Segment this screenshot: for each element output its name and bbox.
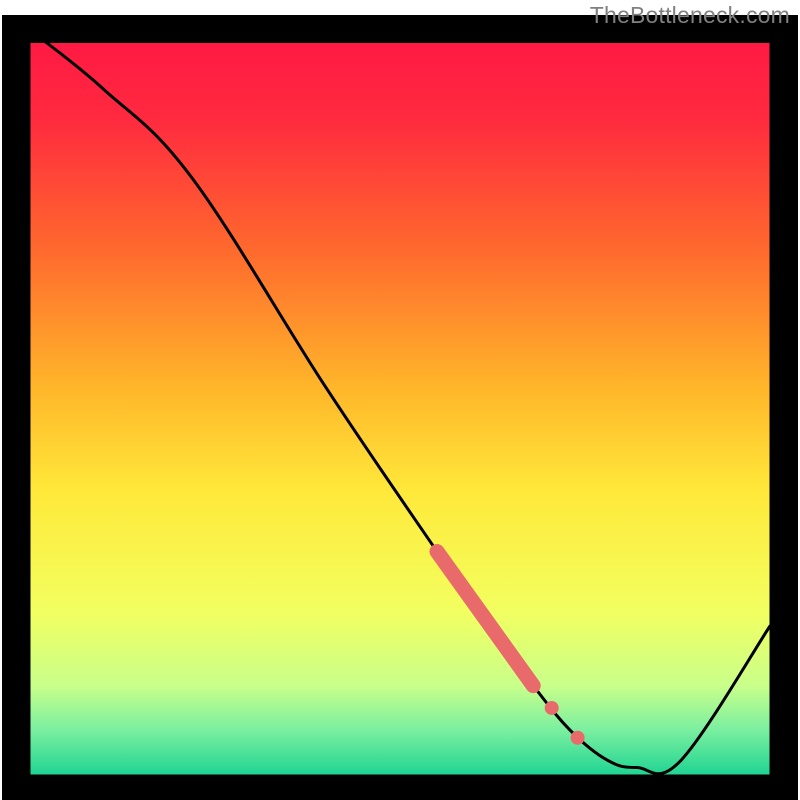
attribution-text: TheBottleneck.com: [590, 2, 790, 29]
plot-background: [30, 30, 770, 775]
chart-svg: [0, 0, 800, 800]
dot-1: [545, 701, 559, 715]
dot-2: [571, 731, 585, 745]
chart-container: TheBottleneck.com: [0, 0, 800, 800]
